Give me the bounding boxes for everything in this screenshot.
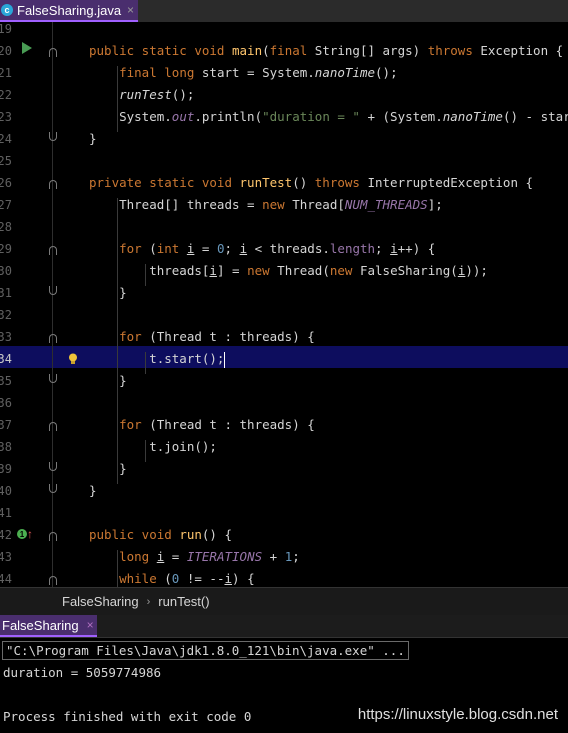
console-exit-line: Process finished with exit code 0 (3, 709, 252, 724)
code-line: final long start = System.nanoTime(); (119, 65, 398, 80)
current-line-highlight (0, 346, 568, 368)
fold-marker[interactable] (49, 374, 57, 383)
run-tab-bar: FalseSharing × (0, 615, 568, 638)
line-number: 31 (0, 286, 12, 300)
arrow-up-icon: ↑ (27, 527, 33, 541)
editor-tab-label: FalseSharing.java (17, 2, 122, 18)
override-badge: 1 (17, 529, 27, 539)
run-icon[interactable] (22, 42, 32, 54)
fold-marker[interactable] (49, 334, 57, 343)
run-tab-falsesharing[interactable]: FalseSharing × (0, 615, 97, 637)
breadcrumb: FalseSharing › runTest() (0, 587, 568, 615)
editor-tab-bar: c FalseSharing.java × (0, 0, 568, 23)
line-number: 28 (0, 220, 12, 234)
fold-marker[interactable] (49, 286, 57, 295)
implements-override-icon[interactable]: 1 ↑ (17, 527, 33, 541)
code-line: long i = ITERATIONS + 1; (119, 549, 300, 564)
line-number: 42 (0, 528, 12, 542)
line-number: 37 (0, 418, 12, 432)
line-number: 19 (0, 22, 12, 36)
fold-marker[interactable] (49, 246, 57, 255)
java-class-icon: c (1, 4, 13, 16)
fold-marker[interactable] (49, 532, 57, 541)
chevron-right-icon: › (146, 595, 151, 608)
code-line: } (89, 285, 127, 300)
line-number: 36 (0, 396, 12, 410)
fold-marker[interactable] (49, 462, 57, 471)
line-number: 27 (0, 198, 12, 212)
code-line: public static void main(final String[] a… (89, 43, 564, 58)
editor-tab-falsesharing[interactable]: c FalseSharing.java × (0, 0, 138, 22)
code-line: while (0 != --i) { (119, 571, 255, 586)
line-number: 33 (0, 330, 12, 344)
code-line: System.out.println("duration = " + (Syst… (89, 109, 568, 124)
line-number: 22 (0, 88, 12, 102)
code-line: public void run() { (89, 527, 232, 542)
line-number: 29 (0, 242, 12, 256)
console-command-line[interactable]: "C:\Program Files\Java\jdk1.8.0_121\bin\… (2, 641, 409, 660)
line-number: 21 (0, 66, 12, 80)
line-number: 30 (0, 264, 12, 278)
line-number: 39 (0, 462, 12, 476)
lightbulb-icon[interactable] (68, 350, 78, 364)
fold-marker[interactable] (49, 180, 57, 189)
run-tab-label: FalseSharing (2, 617, 79, 633)
console-output-line: duration = 5059774986 (3, 665, 162, 680)
line-number: 38 (0, 440, 12, 454)
breadcrumb-method[interactable]: runTest() (158, 594, 209, 609)
text-caret (224, 351, 226, 368)
code-line: } (89, 483, 97, 498)
watermark: https://linuxstyle.blog.csdn.net (357, 706, 558, 723)
code-line: } (89, 461, 127, 476)
breadcrumb-class[interactable]: FalseSharing (62, 594, 139, 609)
gutter-divider (52, 22, 53, 587)
code-line: t.start(); (89, 351, 226, 368)
line-number: 25 (0, 154, 12, 168)
fold-marker[interactable] (49, 48, 57, 57)
close-icon[interactable]: × (127, 3, 134, 17)
fold-marker[interactable] (49, 422, 57, 431)
line-number: 44 (0, 572, 12, 586)
line-number: 40 (0, 484, 12, 498)
fold-marker[interactable] (49, 576, 57, 585)
code-line: runTest(); (119, 87, 195, 102)
line-number: 20 (0, 44, 12, 58)
fold-marker[interactable] (49, 132, 57, 141)
code-line: } (89, 373, 127, 388)
line-number: 35 (0, 374, 12, 388)
line-number: 43 (0, 550, 12, 564)
line-number: 34 (0, 352, 12, 366)
line-number: 41 (0, 506, 12, 520)
line-number: 32 (0, 308, 12, 322)
code-line: for (Thread t : threads) { (119, 329, 315, 344)
line-number: 23 (0, 110, 12, 124)
code-line: for (int i = 0; i < threads.length; i++)… (119, 241, 436, 256)
fold-marker[interactable] (49, 484, 57, 493)
code-line: } (89, 131, 97, 146)
code-line: private static void runTest() throws Int… (89, 175, 534, 190)
close-icon[interactable]: × (87, 618, 94, 632)
code-line: t.join(); (89, 439, 217, 454)
line-number: 24 (0, 132, 12, 146)
code-editor[interactable]: 1 ↑ 19 20 21 22 23 24 25 26 27 28 29 30 … (0, 22, 568, 587)
code-line: threads[i] = new Thread(new FalseSharing… (89, 263, 488, 278)
code-line: for (Thread t : threads) { (119, 417, 315, 432)
code-line: Thread[] threads = new Thread[NUM_THREAD… (89, 197, 443, 212)
line-number: 26 (0, 176, 12, 190)
